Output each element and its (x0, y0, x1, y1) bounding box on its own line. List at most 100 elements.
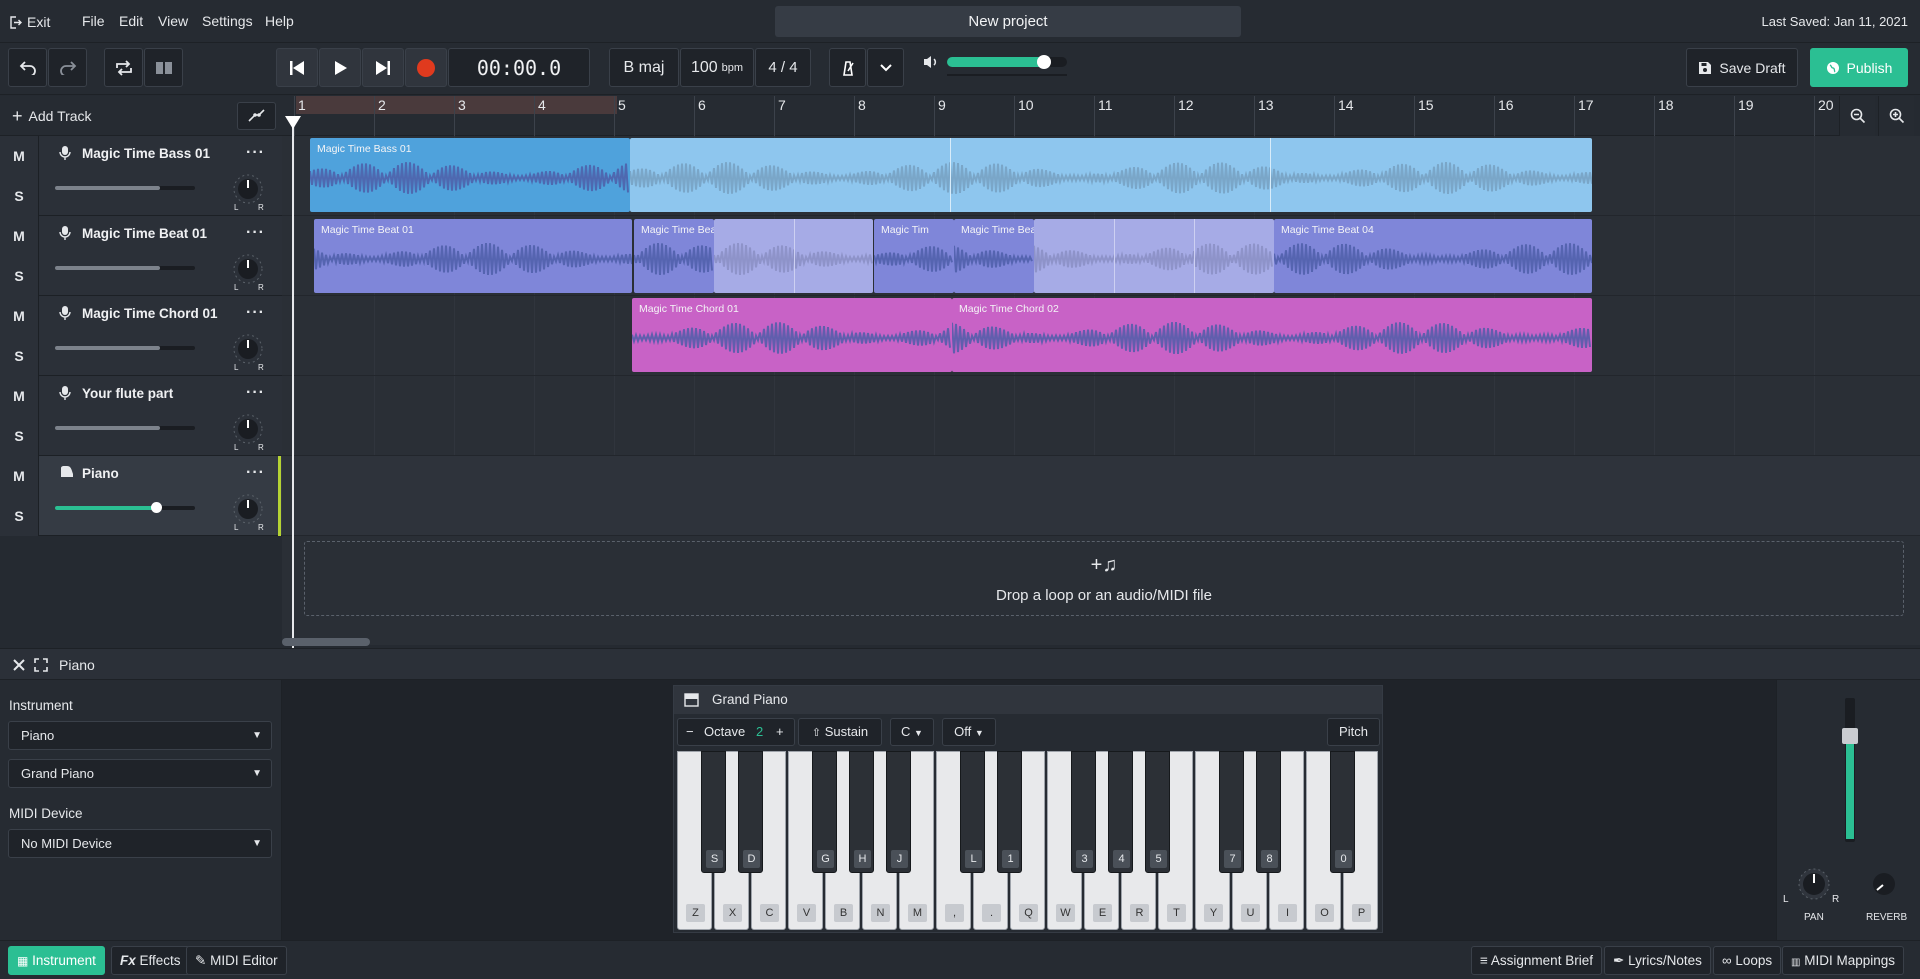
octave-down-button[interactable]: − (686, 719, 694, 745)
solo-button[interactable]: S (0, 176, 39, 216)
metronome-button[interactable] (829, 48, 866, 87)
menu-help[interactable]: Help (265, 13, 294, 29)
audio-clip[interactable]: Magic Time Chord 01 (632, 298, 952, 372)
menu-file[interactable]: File (82, 13, 105, 29)
timeline-ruler[interactable]: 1 2 3 4 5 6 7 8 9 10 11 12 13 14 15 16 17 18 19 20 (282, 96, 1854, 136)
more-options-icon[interactable]: ··· (246, 384, 265, 402)
track-lane[interactable] (282, 376, 1920, 456)
split-button[interactable] (144, 48, 183, 87)
piano-black-key[interactable]: G (812, 751, 837, 873)
track-volume-slider[interactable] (55, 346, 195, 350)
automation-button[interactable] (237, 102, 276, 130)
track-volume-slider[interactable] (55, 266, 195, 270)
add-track-button[interactable]: + Add Track (12, 107, 92, 125)
tab-instrument[interactable]: ▦ Instrument (8, 946, 105, 975)
key-selector[interactable]: B maj (609, 48, 679, 87)
solo-button[interactable]: S (0, 496, 39, 536)
track-name[interactable]: Magic Time Bass 01 (82, 146, 210, 161)
piano-black-key[interactable]: 4 (1108, 751, 1133, 873)
piano-black-key[interactable]: 1 (997, 751, 1022, 873)
expand-icon[interactable] (34, 658, 48, 672)
solo-button[interactable]: S (0, 256, 39, 296)
more-options-icon[interactable]: ··· (246, 304, 265, 322)
loop-button[interactable] (104, 48, 143, 87)
mute-button[interactable]: M (0, 136, 39, 176)
track-name[interactable]: Piano (82, 466, 119, 481)
skip-back-button[interactable] (276, 48, 318, 87)
track-header[interactable]: M S Magic Time Beat 01 ··· L R (0, 216, 282, 296)
preset-select[interactable]: Grand Piano ▼ (8, 759, 272, 788)
mute-button[interactable]: M (0, 456, 39, 496)
audio-clip-loop[interactable] (1034, 219, 1274, 293)
metronome-options-button[interactable] (867, 48, 904, 87)
audio-clip[interactable]: Magic Time Chord 02 (952, 298, 1592, 372)
play-button[interactable] (319, 48, 361, 87)
menu-edit[interactable]: Edit (119, 13, 143, 29)
piano-black-key[interactable]: 8 (1256, 751, 1281, 873)
playhead-handle-icon[interactable] (284, 116, 302, 130)
close-icon[interactable] (12, 658, 26, 672)
track-pan-knob[interactable]: LR (230, 172, 266, 212)
tempo-input[interactable]: 100 bpm (680, 48, 754, 87)
audio-clip[interactable]: Magic Time Beat 04 (1274, 219, 1592, 293)
exit-button[interactable]: Exit (9, 14, 50, 30)
menu-view[interactable]: View (158, 13, 188, 29)
skip-forward-button[interactable] (362, 48, 404, 87)
menu-settings[interactable]: Settings (202, 13, 253, 29)
zoom-in-button[interactable] (1878, 96, 1914, 136)
piano-black-key[interactable]: S (701, 751, 726, 873)
channel-fader[interactable] (1842, 698, 1858, 842)
solo-button[interactable]: S (0, 336, 39, 376)
octave-up-button[interactable]: + (776, 719, 784, 745)
track-pan-knob[interactable]: LR (230, 252, 266, 292)
piano-black-key[interactable]: 3 (1071, 751, 1096, 873)
mode-select[interactable]: Off ▼ (942, 718, 996, 746)
track-header[interactable]: M S Piano ··· L R (0, 456, 282, 536)
piano-black-key[interactable]: 5 (1145, 751, 1170, 873)
zoom-out-button[interactable] (1839, 96, 1875, 136)
track-name[interactable]: Magic Time Chord 01 (82, 306, 218, 321)
tab-midi-editor[interactable]: ✎ MIDI Editor (186, 946, 287, 975)
redo-button[interactable] (48, 48, 87, 87)
master-volume-slider[interactable] (947, 55, 1067, 69)
audio-clip[interactable]: Magic Time Beat 03 (954, 219, 1034, 293)
arrange-area[interactable]: +♫ Drop a loop or an audio/MIDI file Mag… (282, 136, 1920, 645)
instrument-select[interactable]: Piano ▼ (8, 721, 272, 750)
reverb-knob[interactable] (1859, 863, 1909, 909)
project-title-input[interactable]: New project (775, 6, 1241, 37)
track-name[interactable]: Magic Time Beat 01 (82, 226, 207, 241)
track-volume-slider[interactable] (55, 186, 195, 190)
piano-black-key[interactable]: L (960, 751, 985, 873)
piano-black-key[interactable]: 7 (1219, 751, 1244, 873)
horizontal-scrollbar[interactable] (282, 638, 370, 646)
track-volume-slider[interactable] (55, 426, 195, 430)
tab-effects[interactable]: Fx Effects (111, 946, 190, 975)
midi-mappings-button[interactable]: ▥ MIDI Mappings (1782, 946, 1905, 975)
track-header[interactable]: M S Your flute part ··· L R (0, 376, 282, 456)
audio-clip[interactable]: Magic Time Bass 01 (310, 138, 630, 212)
piano-black-key[interactable]: 0 (1330, 751, 1355, 873)
audio-clip[interactable]: Magic Time Beat 02 (634, 219, 714, 293)
more-options-icon[interactable]: ··· (246, 464, 265, 482)
midi-device-select[interactable]: No MIDI Device ▼ (8, 829, 272, 858)
piano-black-key[interactable]: J (886, 751, 911, 873)
more-options-icon[interactable]: ··· (246, 224, 265, 242)
audio-clip[interactable]: Magic Time Beat 01 (314, 219, 632, 293)
track-lane[interactable] (282, 456, 1920, 536)
pitch-button[interactable]: Pitch (1327, 718, 1380, 746)
sustain-button[interactable]: ⇧ Sustain (798, 718, 882, 746)
assignment-brief-button[interactable]: ≡ Assignment Brief (1471, 946, 1602, 975)
mute-button[interactable]: M (0, 376, 39, 416)
time-signature-selector[interactable]: 4 / 4 (755, 48, 811, 87)
loops-button[interactable]: ∞ Loops (1713, 946, 1782, 975)
track-header[interactable]: M S Magic Time Bass 01 ··· L R (0, 136, 282, 216)
undo-button[interactable] (8, 48, 47, 87)
loop-region[interactable] (296, 96, 617, 114)
more-options-icon[interactable]: ··· (246, 144, 265, 162)
track-pan-knob[interactable]: LR (230, 412, 266, 452)
drop-zone[interactable]: +♫ Drop a loop or an audio/MIDI file (304, 541, 1904, 616)
piano-black-key[interactable]: H (849, 751, 874, 873)
track-pan-knob[interactable]: LR (230, 332, 266, 372)
key-select[interactable]: C ▼ (890, 718, 934, 746)
solo-button[interactable]: S (0, 416, 39, 456)
